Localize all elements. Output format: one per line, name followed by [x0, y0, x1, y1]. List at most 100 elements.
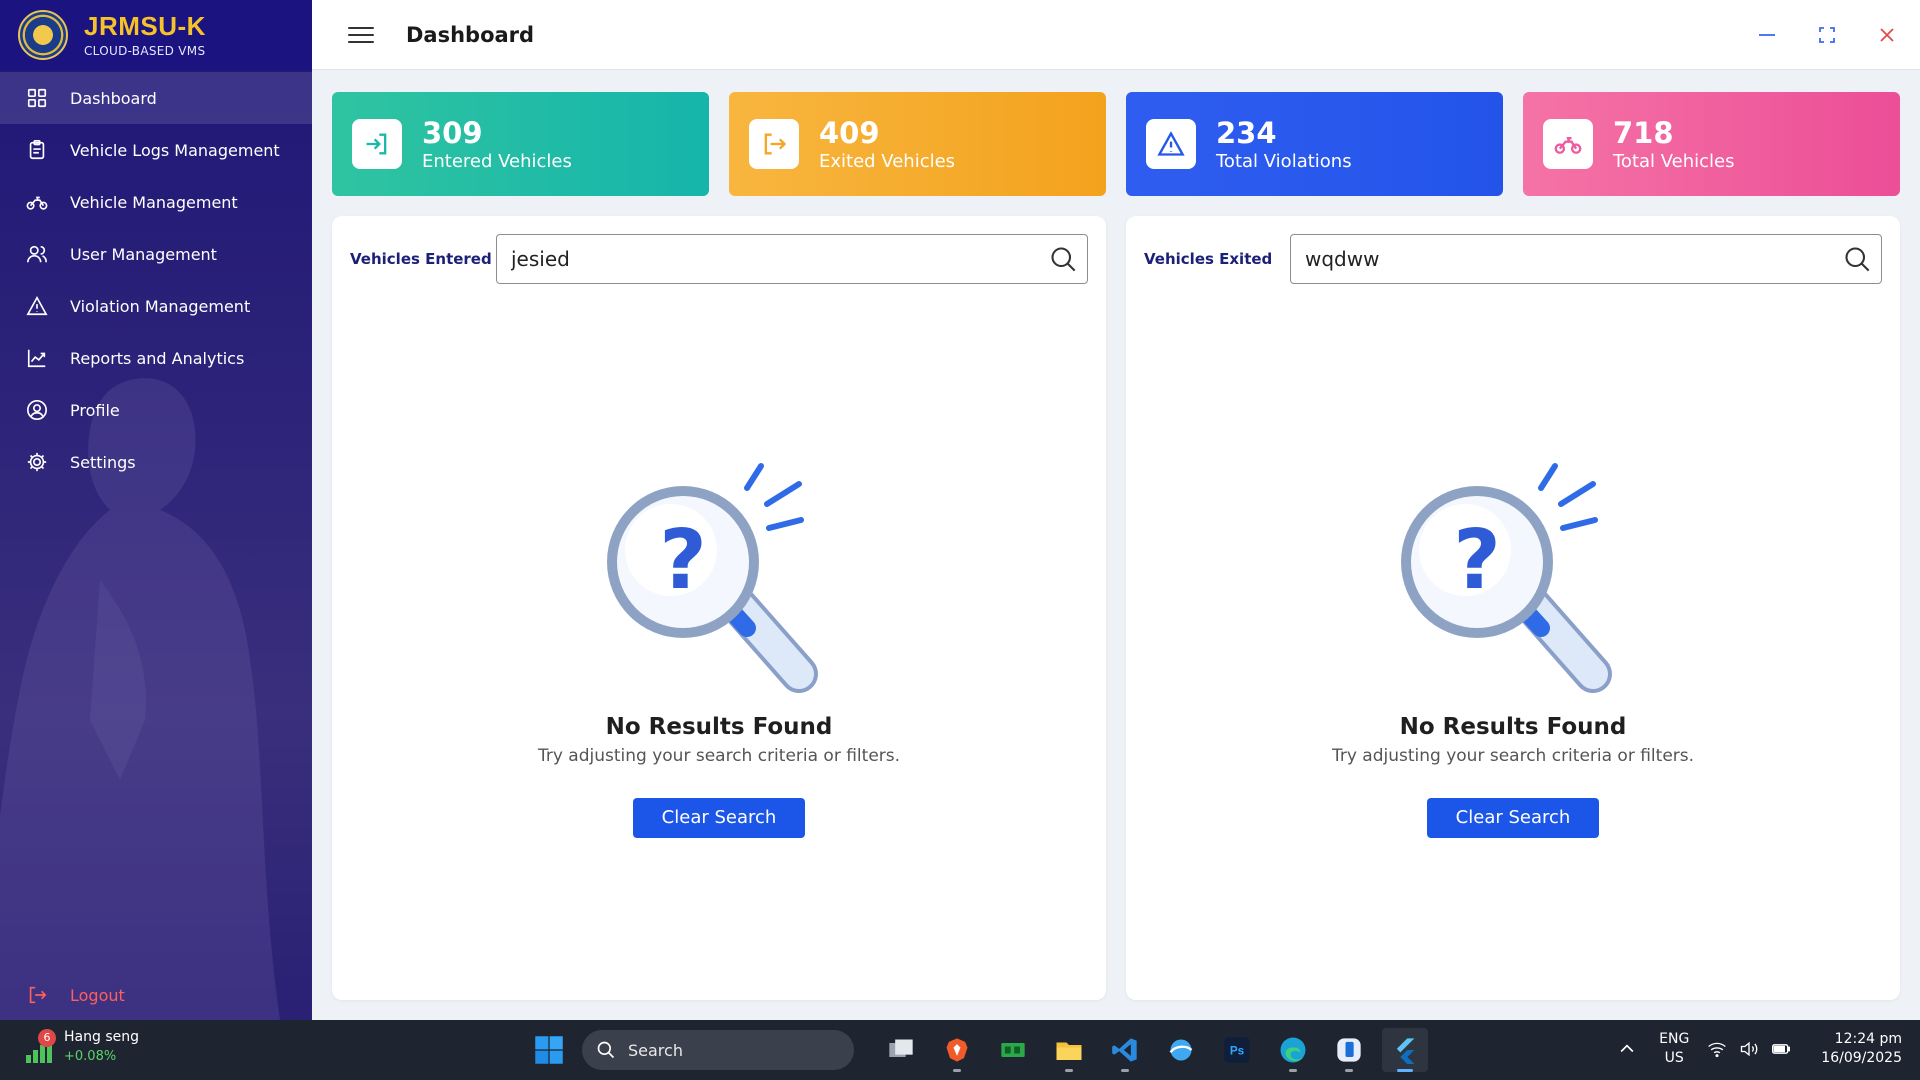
stat-icon-box [352, 119, 402, 169]
windows-taskbar: 6 Hang seng +0.08% Search Ps ENG US 12:2… [0, 1020, 1920, 1080]
gear-icon [27, 452, 47, 472]
sidebar-item-label: Settings [70, 452, 136, 472]
sidebar-item-label: Vehicle Management [70, 192, 238, 212]
empty-text: Try adjusting your search criteria or fi… [537, 746, 901, 766]
window-controls [1752, 20, 1902, 50]
stat-label: Entered Vehicles [422, 150, 572, 172]
svg-text:Ps: Ps [1230, 1045, 1244, 1058]
brand-header: JRMSU-K CLOUD-BASED VMS [0, 0, 312, 70]
svg-text:?: ? [659, 513, 707, 608]
memory-chip-icon [1001, 1043, 1025, 1057]
motorcycle-icon [26, 196, 48, 210]
taskbar-app-green[interactable] [990, 1028, 1036, 1072]
empty-state: ? No Results Found Try adjusting your se… [1126, 456, 1900, 838]
internet-browser-icon [1169, 1039, 1193, 1061]
logout-label: Logout [70, 985, 125, 1005]
language-indicator[interactable]: ENG US [1659, 1030, 1689, 1068]
system-tray: ENG US 12:24 pm 16/09/2025 [1617, 1030, 1902, 1068]
panel-label: Vehicles Exited [1144, 250, 1273, 268]
logout-button[interactable]: Logout [26, 984, 125, 1006]
stat-cards: 309 Entered Vehicles 409 Exited Vehicles… [332, 92, 1900, 196]
sidebar-item-dashboard[interactable]: Dashboard [0, 72, 312, 124]
sidebar-item-label: Reports and Analytics [70, 348, 245, 368]
taskbar-app-vscode[interactable] [1102, 1028, 1148, 1072]
taskbar-app-file-explorer[interactable] [1046, 1028, 1092, 1072]
task-view-button[interactable] [878, 1028, 924, 1072]
clear-search-button[interactable]: Clear Search [633, 798, 805, 838]
users-icon [27, 245, 47, 263]
sidebar-item-profile[interactable]: Profile [0, 384, 312, 436]
folder-icon [1056, 1042, 1082, 1060]
app-subtitle: CLOUD-BASED VMS [84, 44, 206, 58]
taskbar-app-flutter[interactable] [1382, 1028, 1428, 1072]
clear-search-button[interactable]: Clear Search [1427, 798, 1599, 838]
task-view-icon [889, 1039, 913, 1057]
clock-date: 16/09/2025 [1821, 1050, 1902, 1066]
sidebar-item-user-management[interactable]: User Management [0, 228, 312, 280]
login-arrow-icon [366, 133, 387, 155]
stat-label: Exited Vehicles [819, 150, 956, 172]
taskbar-apps: Search Ps [526, 1028, 1428, 1072]
stat-label: Total Violations [1216, 150, 1352, 172]
user-circle-icon [27, 400, 47, 420]
stat-card-entered[interactable]: 309 Entered Vehicles [332, 92, 709, 196]
stat-icon-box [1543, 119, 1593, 169]
taskbar-app-photoshop[interactable]: Ps [1214, 1028, 1260, 1072]
stock-widget[interactable]: 6 Hang seng +0.08% [24, 1028, 139, 1066]
close-button[interactable] [1872, 20, 1902, 50]
minimize-icon [1759, 34, 1775, 36]
chevron-up-icon[interactable] [1617, 1039, 1637, 1059]
search-icon [597, 1041, 615, 1059]
search-box [1290, 234, 1882, 284]
flutter-icon [1396, 1038, 1415, 1064]
sidebar-item-violation-management[interactable]: Violation Management [0, 280, 312, 332]
page-title: Dashboard [406, 22, 535, 47]
top-header: Dashboard [312, 0, 1920, 70]
clipboard-icon [29, 140, 45, 160]
stat-value: 409 [819, 115, 880, 150]
clock[interactable]: 12:24 pm 16/09/2025 [1821, 1030, 1902, 1068]
hamburger-menu-icon[interactable] [348, 22, 374, 48]
language-code: ENG [1659, 1031, 1690, 1047]
stat-value: 718 [1613, 115, 1674, 150]
minimize-button[interactable] [1752, 20, 1782, 50]
warning-triangle-icon [1157, 131, 1185, 156]
taskbar-app-edge[interactable] [1270, 1028, 1316, 1072]
sidebar-item-reports[interactable]: Reports and Analytics [0, 332, 312, 384]
empty-title: No Results Found [605, 714, 833, 740]
warning-triangle-icon [26, 296, 48, 316]
clock-time: 12:24 pm [1834, 1031, 1902, 1047]
sidebar-nav: Dashboard Vehicle Logs Management Vehicl… [0, 72, 312, 488]
sidebar-item-label: Profile [70, 400, 120, 420]
stat-card-exited[interactable]: 409 Exited Vehicles [729, 92, 1106, 196]
taskbar-app-edge-legacy[interactable] [1158, 1028, 1204, 1072]
taskbar-search[interactable]: Search [582, 1030, 854, 1070]
taskbar-app-phone-link[interactable] [1326, 1028, 1372, 1072]
app-name: JRMSU-K [84, 11, 206, 41]
battery-icon [1772, 1044, 1791, 1054]
maximize-icon [1819, 27, 1835, 43]
sidebar-item-vehicle-logs[interactable]: Vehicle Logs Management [0, 124, 312, 176]
svg-text:?: ? [1453, 513, 1501, 608]
search-icon[interactable] [1843, 245, 1871, 273]
sidebar-item-vehicle-management[interactable]: Vehicle Management [0, 176, 312, 228]
vscode-icon [1112, 1038, 1137, 1062]
brave-browser-icon [946, 1038, 968, 1062]
quick-settings[interactable] [1707, 1039, 1791, 1059]
stat-card-violations[interactable]: 234 Total Violations [1126, 92, 1503, 196]
sidebar-item-settings[interactable]: Settings [0, 436, 312, 488]
taskbar-app-brave[interactable] [934, 1028, 980, 1072]
search-input[interactable] [1305, 247, 1843, 271]
region-code: US [1664, 1050, 1684, 1066]
start-button[interactable] [526, 1028, 572, 1072]
wifi-icon [1708, 1042, 1727, 1058]
sidebar-item-label: User Management [70, 244, 217, 264]
maximize-button[interactable] [1812, 20, 1842, 50]
vehicles-exited-panel: Vehicles Exited ? No Results Found Try a… [1126, 216, 1900, 1000]
widget-change: +0.08% [64, 1049, 117, 1064]
search-box [496, 234, 1088, 284]
search-input[interactable] [511, 247, 1049, 271]
search-icon[interactable] [1049, 245, 1077, 273]
logout-arrow-icon [764, 133, 787, 155]
stat-card-vehicles[interactable]: 718 Total Vehicles [1523, 92, 1900, 196]
